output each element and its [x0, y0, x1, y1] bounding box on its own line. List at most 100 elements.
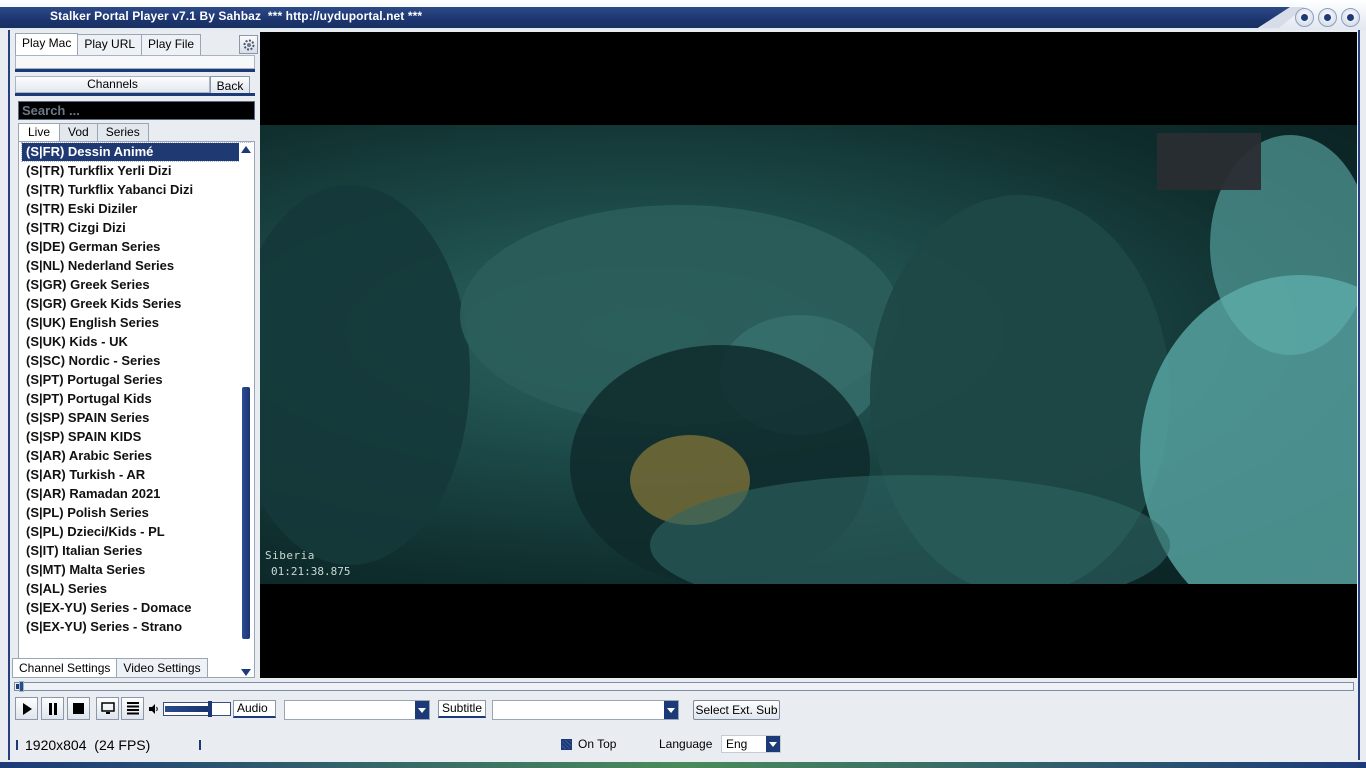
- play-icon: [22, 702, 32, 715]
- channel-list-item[interactable]: (S|AR) Arabic Series: [19, 446, 254, 465]
- window-bottom-edge: [0, 762, 1366, 768]
- channels-button[interactable]: Channels: [15, 76, 210, 93]
- list-icon: [126, 702, 139, 715]
- channel-list-item[interactable]: (S|SP) SPAIN KIDS: [19, 427, 254, 446]
- language-label: Language: [659, 737, 713, 751]
- minimize-button[interactable]: [1295, 8, 1314, 27]
- scroll-down-arrow-icon[interactable]: [239, 666, 253, 677]
- monitor-icon: [100, 702, 115, 714]
- pause-icon: [48, 702, 57, 715]
- select-ext-sub-button[interactable]: Select Ext. Sub: [693, 700, 780, 720]
- channel-list-item[interactable]: (S|UK) Kids - UK: [19, 332, 254, 351]
- speaker-icon[interactable]: [149, 704, 159, 714]
- divider: [15, 93, 255, 96]
- subtitle-label: Subtitle: [438, 700, 486, 718]
- chevron-down-icon[interactable]: [415, 701, 429, 719]
- channel-list-item[interactable]: (S|TR) Cizgi Dizi: [19, 218, 254, 237]
- channel-list-item[interactable]: (S|GR) Greek Kids Series: [19, 294, 254, 313]
- channel-list-item[interactable]: (S|PT) Portugal Series: [19, 370, 254, 389]
- tab-channel-settings[interactable]: Channel Settings: [12, 658, 118, 678]
- channel-list-item[interactable]: (S|DE) German Series: [19, 237, 254, 256]
- channel-list-item[interactable]: (S|SP) SPAIN Series: [19, 408, 254, 427]
- content-tabs: Live Vod Series: [18, 123, 149, 141]
- minimize-icon: [1301, 14, 1308, 21]
- settings-tabs: Channel Settings Video Settings: [12, 658, 208, 678]
- channel-list-item[interactable]: (S|TR) Eski Diziler: [19, 199, 254, 218]
- title-bar: Stalker Portal Player v7.1 By Sahbaz ***…: [0, 0, 1366, 30]
- divider: [15, 69, 255, 72]
- tab-play-url[interactable]: Play URL: [77, 34, 143, 55]
- channel-list-item[interactable]: (S|AL) Series: [19, 579, 254, 598]
- tab-play-mac[interactable]: Play Mac: [15, 33, 79, 55]
- stop-icon: [73, 703, 84, 714]
- status-separator: [199, 740, 201, 750]
- pause-button[interactable]: [41, 697, 64, 720]
- channel-list-item[interactable]: (S|IT) Italian Series: [19, 541, 254, 560]
- playlist-button[interactable]: [121, 697, 144, 720]
- video-caption-time: 01:21:38.875: [271, 565, 351, 578]
- maximize-icon: [1324, 14, 1331, 21]
- video-image: [260, 133, 1357, 584]
- fullscreen-button[interactable]: [96, 697, 119, 720]
- scrollbar-thumb[interactable]: [242, 387, 250, 639]
- window-controls: [1295, 8, 1360, 27]
- status-separator: [16, 740, 18, 750]
- channel-list-item[interactable]: (S|SC) Nordic - Series: [19, 351, 254, 370]
- channel-list-item[interactable]: (S|AR) Ramadan 2021: [19, 484, 254, 503]
- on-top-label: On Top: [578, 737, 617, 751]
- source-tabs: Play Mac Play URL Play File: [15, 33, 202, 55]
- volume-level: [165, 706, 212, 712]
- tab-live[interactable]: Live: [18, 123, 61, 141]
- tab-play-file[interactable]: Play File: [141, 34, 202, 55]
- close-icon: [1347, 14, 1354, 21]
- chevron-down-icon[interactable]: [766, 736, 780, 752]
- channel-list-item[interactable]: (S|EX-YU) Series - Domace: [19, 598, 254, 617]
- channel-list-item[interactable]: (S|PT) Portugal Kids: [19, 389, 254, 408]
- left-panel: Play Mac Play URL Play File Channels Bac…: [12, 32, 259, 678]
- audio-label: Audio: [233, 700, 276, 718]
- close-button[interactable]: [1341, 8, 1360, 27]
- tab-vod[interactable]: Vod: [59, 123, 98, 141]
- status-bar: 1920x804 (24 FPS) On Top Language Eng: [12, 734, 1354, 756]
- resolution-readout: 1920x804 (24 FPS): [25, 737, 151, 753]
- language-value: Eng: [726, 737, 748, 751]
- search-input[interactable]: Search ...: [18, 101, 255, 120]
- channel-list-item[interactable]: (S|GR) Greek Series: [19, 275, 254, 294]
- channel-list-item[interactable]: (S|TR) Turkflix Yabanci Dizi: [19, 180, 254, 199]
- volume-handle[interactable]: [208, 701, 213, 717]
- channel-list-scrollbar[interactable]: [239, 143, 253, 677]
- channel-list-item[interactable]: (S|PL) Polish Series: [19, 503, 254, 522]
- window-title: Stalker Portal Player v7.1 By Sahbaz ***…: [50, 9, 423, 23]
- settings-button[interactable]: [239, 35, 258, 54]
- seek-bar-handle[interactable]: [19, 681, 24, 692]
- video-player[interactable]: Siberia 01:21:38.875: [260, 32, 1357, 678]
- channel-list-item[interactable]: (S|UK) English Series: [19, 313, 254, 332]
- channel-list-item[interactable]: (S|AR) Turkish - AR: [19, 465, 254, 484]
- play-button[interactable]: [15, 697, 38, 720]
- on-top-checkbox[interactable]: [561, 738, 572, 750]
- on-top-toggle[interactable]: On Top: [561, 737, 616, 751]
- channel-list-item[interactable]: (S|FR) Dessin Animé: [21, 142, 251, 162]
- channel-list[interactable]: (S|FR) Dessin Animé (S|TR) Turkflix Yerli…: [18, 141, 255, 678]
- channel-list-item[interactable]: (S|PL) Dzieci/Kids - PL: [19, 522, 254, 541]
- audio-track-select[interactable]: [284, 700, 430, 720]
- video-caption-title: Siberia: [265, 549, 315, 562]
- tab-video-settings[interactable]: Video Settings: [116, 658, 208, 678]
- video-frame: Siberia 01:21:38.875: [260, 125, 1357, 584]
- portal-field[interactable]: [15, 55, 255, 69]
- tab-series[interactable]: Series: [96, 123, 149, 141]
- channel-list-item[interactable]: (S|TR) Turkflix Yerli Dizi: [19, 161, 254, 180]
- channel-list-item[interactable]: (S|MT) Malta Series: [19, 560, 254, 579]
- volume-slider[interactable]: [163, 701, 231, 717]
- stop-button[interactable]: [67, 697, 90, 720]
- channel-list-item[interactable]: (S|EX-YU) Series - Strano: [19, 617, 254, 636]
- channel-list-items: (S|FR) Dessin Animé (S|TR) Turkflix Yerli…: [19, 142, 254, 636]
- seek-bar[interactable]: [14, 681, 1354, 692]
- channel-list-item[interactable]: (S|NL) Nederland Series: [19, 256, 254, 275]
- maximize-button[interactable]: [1318, 8, 1337, 27]
- language-select[interactable]: Eng: [721, 735, 781, 753]
- gear-icon: [243, 39, 254, 50]
- subtitle-select[interactable]: [492, 700, 679, 720]
- chevron-down-icon[interactable]: [664, 701, 678, 719]
- scroll-up-arrow-icon[interactable]: [239, 143, 253, 155]
